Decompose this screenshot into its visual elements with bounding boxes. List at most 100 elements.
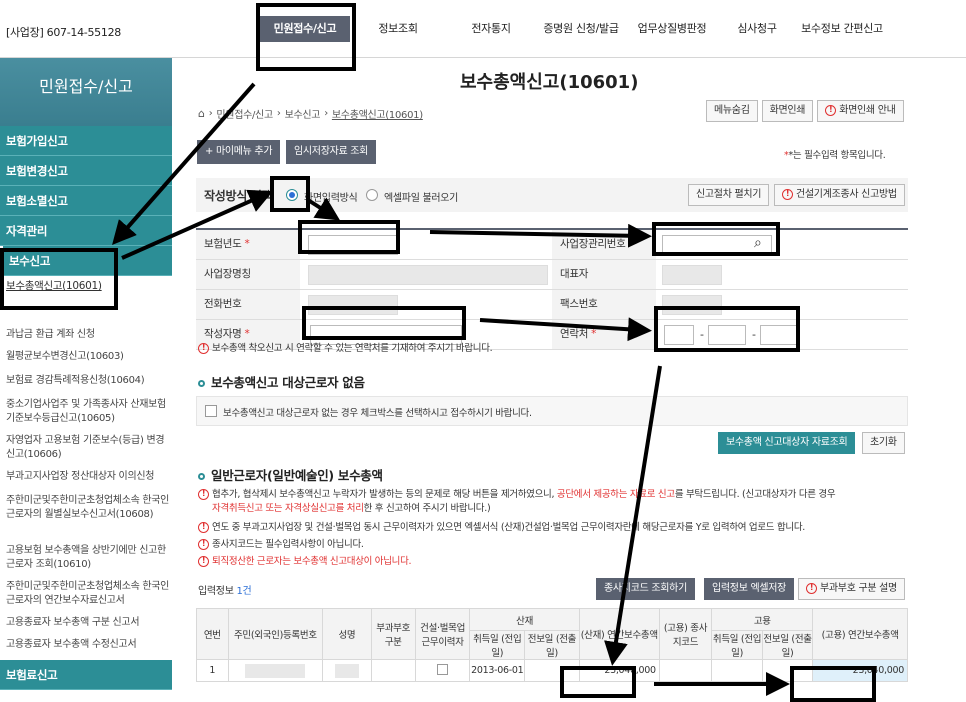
nav-info[interactable]: 정보조회 [350, 16, 446, 42]
nav-review[interactable]: 심사청구 [718, 16, 796, 42]
bizname-label: 사업장명칭 [196, 260, 300, 289]
contact-note: ! 보수총액 착오신고 시 연락할 수 있는 연락처를 기재하여 주시기 바랍니다… [198, 342, 493, 356]
sidebar: 민원접수/신고 보험가입신고 보험변경신고 보험소멸신고 자격관리 보수신고 보… [0, 58, 172, 702]
no-target-title: 보수총액신고 대상근로자 없음 [198, 372, 365, 391]
notice-2: ! 연도 중 부과고지사업장 및 건설·벌목업 동시 근무이력자가 있으면 엑셀서… [198, 521, 908, 535]
no-target-box: 보수총액신고 대상근로자 없는 경우 체크박스를 선택하시고 접수하시기 바랍니… [196, 396, 908, 426]
year-label: 보험년도 * [196, 230, 300, 259]
col-name: 성명 [322, 608, 372, 660]
sidebar-item-change[interactable]: 보험변경신고 [0, 156, 172, 186]
excel-save-button[interactable]: 입력정보 엑셀저장 [704, 578, 795, 600]
breadcrumb: ⌂ › 민원접수/신고 › 보수신고 › 보수총액신고(10601) [198, 106, 423, 121]
fax-label: 팩스번호 [552, 290, 656, 319]
construction-method-button[interactable]: ! 건설기계조종사 신고방법 [774, 184, 905, 206]
sidebar-item-monthly[interactable]: 월평균보수변경신고(10603) [0, 350, 172, 374]
print-button[interactable]: 화면인쇄 [761, 100, 814, 122]
col-no: 연번 [196, 608, 229, 660]
nav-certificate[interactable]: 증명원 신청/발급 [536, 16, 626, 42]
print-guide-button[interactable]: ! 화면인쇄 안내 [817, 100, 904, 122]
sidebar-item-half-year[interactable]: 고용보험 보수총액을 상반기에만 신고한 근로자 조회(10610) [0, 544, 172, 580]
warning-icon: ! [806, 582, 817, 594]
sidebar-item-sme[interactable]: 중소기업사업주 및 가족종사자 산재보험 기준보수등급신고(10605) [0, 398, 172, 434]
sidebar-item-self-employed[interactable]: 자영업자 고용보험 기준보수(등급) 변경신고(10606) [0, 434, 172, 470]
page-toolbar: 메뉴숨김 화면인쇄 ! 화면인쇄 안내 [706, 100, 904, 122]
warning-icon: ! [825, 104, 837, 116]
col-rrn: 주민(외국인)등록번호 [227, 608, 324, 660]
highlight-year [298, 220, 400, 254]
col-goyong-total: (고용) 연간보수총액 [812, 608, 908, 660]
nav-disease[interactable]: 업무상질병판정 [626, 16, 718, 42]
notice-3: ! 종사지코드는 필수입력사항이 아닙니다. [198, 538, 364, 552]
sidebar-item-reduction[interactable]: 보험료 경감특례적용신청(10604) [0, 374, 172, 398]
col-construction: 건설·벌목업 근무이력자 [414, 608, 471, 660]
home-icon[interactable]: ⌂ [198, 107, 205, 120]
ceo-value [662, 265, 722, 285]
sidebar-item-end-split[interactable]: 고용종료자 보수총액 구분 신고서 [0, 616, 172, 638]
input-info: 입력정보 1건 [198, 586, 252, 597]
page-title: 보수총액신고(10601) [460, 72, 639, 93]
notice-4: ! 퇴직정산한 근로자는 보수총액 신고대상이 아닙니다. [198, 555, 412, 569]
sidebar-item-usfk-monthly[interactable]: 주한미군및주한미군초청업체소속 한국인근로자의 월별실보수신고서(10608) [0, 494, 172, 544]
construction-checkbox[interactable] [437, 663, 449, 675]
sidebar-title: 민원접수/신고 [0, 58, 172, 126]
warning-icon: ! [198, 556, 209, 567]
method-screen-label: 화면입력방식 [304, 193, 358, 204]
highlight-goyong-total [790, 666, 876, 702]
method-excel-radio[interactable] [366, 189, 378, 201]
nav-simple-report[interactable]: 보수정보 간편신고 [796, 16, 888, 42]
warning-icon: ! [782, 188, 793, 200]
ceo-label: 대표자 [552, 260, 656, 289]
warning-icon: ! [198, 522, 209, 533]
highlight-sanjae-total [560, 666, 636, 698]
highlight-writer [302, 306, 466, 340]
bizname-value [308, 265, 548, 285]
warning-icon: ! [198, 343, 209, 354]
no-target-checkbox[interactable] [205, 405, 217, 417]
procedure-expand-button[interactable]: 신고절차 펼치기 [688, 184, 770, 206]
no-target-text: 보수총액신고 대상근로자 없는 경우 체크박스를 선택하시고 접수하시기 바랍니… [223, 408, 532, 419]
highlight-radio [270, 176, 310, 212]
col-acquire: 취득일 (전입일) [469, 630, 526, 660]
col-code: 부과부호 구분 [370, 608, 416, 660]
add-my-menu-button[interactable]: + 마이메뉴 추가 [197, 140, 281, 164]
nav-notice[interactable]: 전자통지 [446, 16, 536, 42]
highlight-bizno [652, 222, 780, 256]
col-sanjae-total: (산재) 연간보수총액 [578, 608, 660, 660]
target-lookup-button[interactable]: 보수총액 신고대상자 자료조회 [718, 432, 856, 454]
sidebar-item-usfk-annual[interactable]: 주한미군및주한미군초청업체소속 한국인근로자의 연간보수자료신고서 [0, 580, 172, 616]
method-excel-label: 엑셀파일 불러오기 [384, 193, 459, 204]
highlight-contact [654, 306, 800, 352]
col-goyong-code: (고용) 종사지코드 [658, 608, 713, 660]
sidebar-item-qualification[interactable]: 자격관리 [0, 216, 172, 246]
top-bar: [사업장] 607-14-55128 민원접수/신고 정보조회 전자통지 증명원… [0, 0, 966, 58]
sidebar-item-extinction[interactable]: 보험소멸신고 [0, 186, 172, 216]
workplace-code-lookup-button[interactable]: 종사지코드 조회하기 [596, 578, 695, 600]
breadcrumb-current[interactable]: 보수총액신고(10601) [332, 106, 423, 121]
reset-button[interactable]: 초기화 [862, 432, 905, 454]
general-title: 일반근로자(일반예술인) 보수총액 [198, 465, 383, 484]
sidebar-item-end-modify[interactable]: 고용종료자 보수총액 수정신고서 [0, 638, 172, 660]
sidebar-item-refund[interactable]: 과납금 환급 계좌 신청 [0, 328, 172, 350]
col-goyong-transfer: 전보일 (전출일) [761, 630, 814, 660]
business-number: [사업장] 607-14-55128 [6, 26, 121, 39]
required-note: **는 필수입력 항목입니다. [784, 150, 886, 161]
sidebar-item-premium[interactable]: 보험료신고 [0, 660, 172, 690]
breadcrumb-item[interactable]: 민원접수/신고 [216, 106, 273, 121]
hide-menu-button[interactable]: 메뉴숨김 [706, 100, 758, 122]
highlight-sidebar [0, 248, 118, 310]
highlight-nav [256, 3, 356, 71]
method-label: 작성방식 선택 [204, 189, 273, 203]
col-goyong-acquire: 취득일 (전입일) [711, 630, 763, 660]
code-explain-button[interactable]: ! 부과부호 구분 설명 [798, 578, 905, 600]
col-goyong: 고용 [711, 608, 814, 631]
temp-save-lookup-button[interactable]: 임시저장자료 조회 [286, 140, 377, 164]
col-sanjae: 산재 [469, 608, 580, 631]
col-transfer: 전보일 (전출일) [524, 630, 580, 660]
notice-1: ! 협추가, 협삭제시 보수총액신고 누락자가 발생하는 등의 문제로 해당 버튼… [198, 488, 908, 516]
sidebar-item-objection[interactable]: 부과고지사업장 정산대상자 이의신청 [0, 470, 172, 494]
bizno-label: 사업장관리번호 * [552, 230, 656, 259]
warning-icon: ! [198, 489, 209, 500]
sidebar-item-join[interactable]: 보험가입신고 [0, 126, 172, 156]
phone-label: 전화번호 [196, 290, 300, 319]
breadcrumb-item[interactable]: 보수신고 [285, 106, 321, 121]
